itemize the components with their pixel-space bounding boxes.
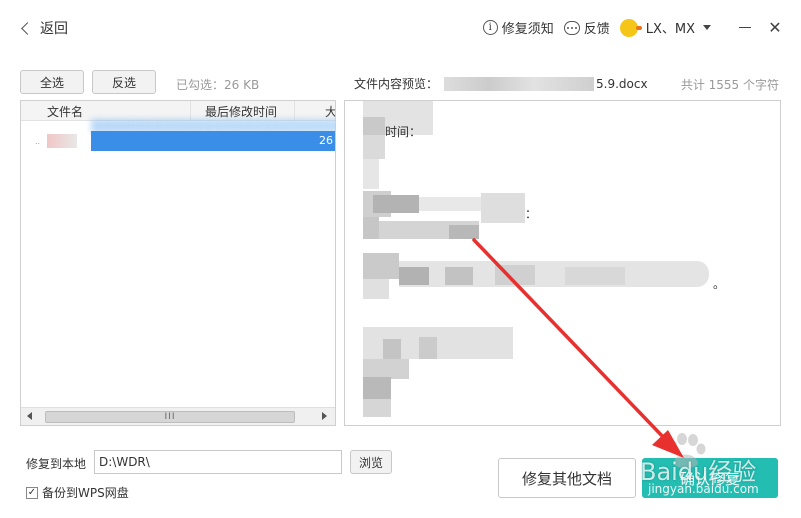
horizontal-scrollbar[interactable]: III	[21, 407, 335, 425]
back-button[interactable]: 返回	[20, 18, 68, 38]
file-list-header: 文件名 最后修改时间 大	[21, 101, 335, 121]
back-label: 返回	[40, 21, 68, 37]
preview-label: 文件内容预览：	[354, 77, 439, 91]
restore-to-local-label: 修复到本地	[26, 457, 87, 471]
info-circle-icon: i	[482, 20, 498, 35]
repair-notice-label: 修复须知	[501, 22, 554, 37]
scroll-right-icon[interactable]	[322, 412, 327, 420]
restore-path-input[interactable]: D:\WDR\	[94, 450, 342, 474]
blurred-filename	[444, 76, 595, 91]
header-actions: i 修复须知 反馈 LX、MX ✕	[482, 17, 783, 37]
column-header-filename[interactable]: 文件名	[21, 101, 191, 121]
row-selection-highlight	[91, 131, 335, 151]
preview-panel: 时间： ： 。	[344, 100, 781, 426]
duck-avatar-icon	[619, 18, 642, 37]
close-icon: ✕	[768, 17, 782, 37]
user-menu[interactable]: LX、MX	[619, 18, 711, 37]
title-bar: 返回 i 修复须知 反馈 LX、MX ✕	[0, 0, 801, 56]
row-size: 26	[319, 134, 333, 147]
preview-text-period: 。	[713, 277, 726, 291]
preview-text-time: 时间：	[385, 125, 422, 139]
feedback-link[interactable]: 反馈	[563, 18, 610, 37]
user-name: LX、MX	[645, 22, 695, 37]
file-suffix: 5.9.docx	[596, 76, 648, 91]
checkbox-checked-icon: ✓	[26, 486, 38, 499]
column-header-size[interactable]: 大	[295, 101, 335, 121]
browse-button[interactable]: 浏览	[350, 450, 392, 474]
row-marker: ..	[35, 136, 41, 146]
scroll-left-icon[interactable]	[27, 412, 32, 420]
preview-header: 文件内容预览： 5.9.docx	[354, 75, 648, 92]
preview-text-colon: ：	[525, 207, 538, 221]
confirm-repair-button[interactable]: 确认修复	[642, 458, 778, 498]
char-count: 共计 1555 个字符	[680, 78, 779, 92]
selected-size-text: 已勾选：26 KB	[176, 78, 260, 92]
feedback-label: 反馈	[583, 22, 610, 37]
backup-label: 备份到WPS网盘	[42, 486, 129, 500]
table-row[interactable]: .. 26	[21, 119, 335, 151]
repair-other-document-button[interactable]: 修复其他文档	[498, 458, 636, 498]
close-button[interactable]: ✕	[767, 17, 783, 37]
caret-down-icon	[703, 25, 711, 30]
backup-checkbox[interactable]: ✓ 备份到WPS网盘	[26, 484, 129, 501]
minimize-button[interactable]	[737, 20, 753, 36]
scroll-thumb[interactable]: III	[45, 411, 295, 423]
chat-bubble-icon	[563, 20, 580, 35]
column-header-modified[interactable]: 最后修改时间	[191, 101, 295, 121]
file-list-panel: 文件名 最后修改时间 大 .. 26 III	[20, 100, 336, 426]
repair-notice-link[interactable]: i 修复须知	[482, 18, 554, 37]
file-thumbnail	[47, 134, 77, 148]
chevron-left-icon	[21, 21, 34, 35]
invert-selection-button[interactable]: 反选	[92, 70, 156, 94]
select-all-button[interactable]: 全选	[20, 70, 84, 94]
minimize-icon	[739, 27, 751, 28]
